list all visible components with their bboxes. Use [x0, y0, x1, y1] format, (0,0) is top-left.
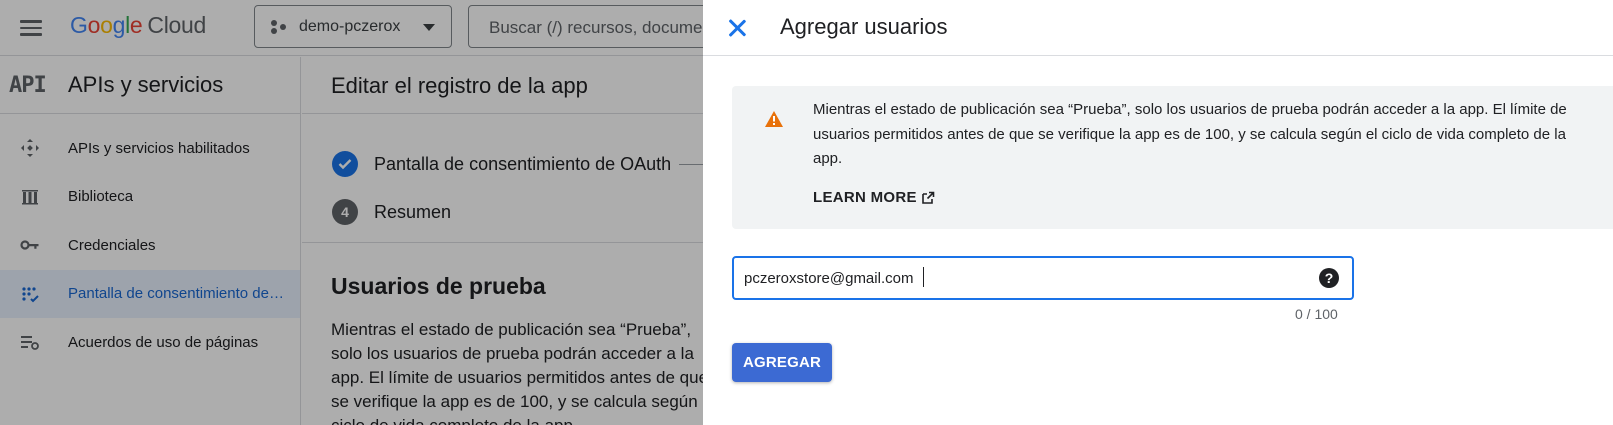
- character-counter: 0 / 100: [1295, 306, 1338, 322]
- info-alert: Mientras el estado de publicación sea “P…: [732, 86, 1613, 229]
- alert-text: Mientras el estado de publicación sea “P…: [813, 101, 1567, 167]
- learn-more-label: LEARN MORE: [813, 189, 917, 206]
- panel-title: Agregar usuarios: [780, 14, 948, 39]
- help-icon[interactable]: ?: [1319, 268, 1339, 288]
- email-field[interactable]: ?: [732, 256, 1354, 300]
- learn-more-link[interactable]: LEARN MORE: [813, 189, 935, 206]
- email-input[interactable]: [744, 267, 1304, 289]
- text-cursor: [923, 267, 924, 287]
- add-users-panel: Agregar usuarios Mientras el estado de p…: [703, 0, 1613, 425]
- external-link-icon: [922, 191, 935, 204]
- close-icon[interactable]: [725, 16, 749, 40]
- panel-header: Agregar usuarios: [703, 0, 1613, 56]
- add-button[interactable]: AGREGAR: [732, 343, 832, 382]
- warning-icon: [765, 111, 783, 127]
